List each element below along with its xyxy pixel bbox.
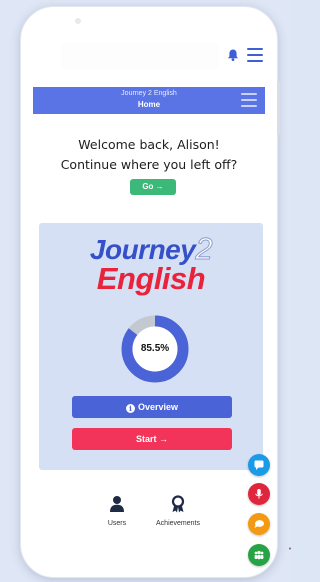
go-button[interactable]: Go → [130, 179, 176, 195]
page-header: Journey 2 English Home [33, 87, 265, 114]
group-fab[interactable] [248, 544, 270, 566]
chat-bubble-icon [254, 460, 264, 470]
phone-frame: Journey 2 English Home Welcome back, Ali… [20, 6, 280, 578]
speech-bubble-icon [254, 520, 264, 528]
bell-icon[interactable] [226, 48, 240, 62]
header-subtitle: Journey 2 English [121, 90, 177, 97]
app-screen: Journey 2 English Home Welcome back, Ali… [33, 29, 265, 567]
course-card: Journey2 English 85.5% i Overview Start → [39, 223, 263, 470]
voice-fab[interactable] [248, 483, 270, 505]
group-icon [254, 550, 264, 560]
progress-percent: 85.5% [140, 343, 170, 354]
page-title: Home [137, 100, 161, 109]
camera-dot [75, 18, 81, 24]
overview-label: Overview [137, 402, 179, 412]
nav-achievements-label: Achievements [156, 520, 200, 527]
chat-fab[interactable] [248, 454, 270, 476]
scroll-down-icon[interactable]: ▼ [288, 546, 292, 551]
logo-word-english: English [96, 261, 206, 296]
award-icon [171, 495, 185, 513]
info-icon: i [125, 404, 135, 413]
top-bar-blank-area [61, 43, 219, 69]
user-icon [110, 496, 124, 512]
nav-achievements[interactable]: Achievements [147, 495, 209, 539]
start-button[interactable]: Start → [72, 428, 232, 450]
top-bar [33, 29, 265, 77]
message-fab[interactable] [248, 513, 270, 535]
overview-button[interactable]: i Overview [72, 396, 232, 418]
background: Journey 2 English Home Welcome back, Ali… [0, 0, 292, 582]
welcome-message: Welcome back, Alison! Continue where you… [33, 135, 265, 175]
menu-icon[interactable] [247, 48, 263, 62]
microphone-icon [255, 489, 263, 499]
phone-side-button [277, 81, 280, 135]
welcome-line: Welcome back, Alison! [78, 137, 220, 152]
header-menu-icon[interactable] [241, 93, 257, 107]
nav-users-label: Users [107, 520, 127, 527]
continue-line: Continue where you left off? [60, 157, 238, 172]
nav-users[interactable]: Users [99, 495, 135, 539]
